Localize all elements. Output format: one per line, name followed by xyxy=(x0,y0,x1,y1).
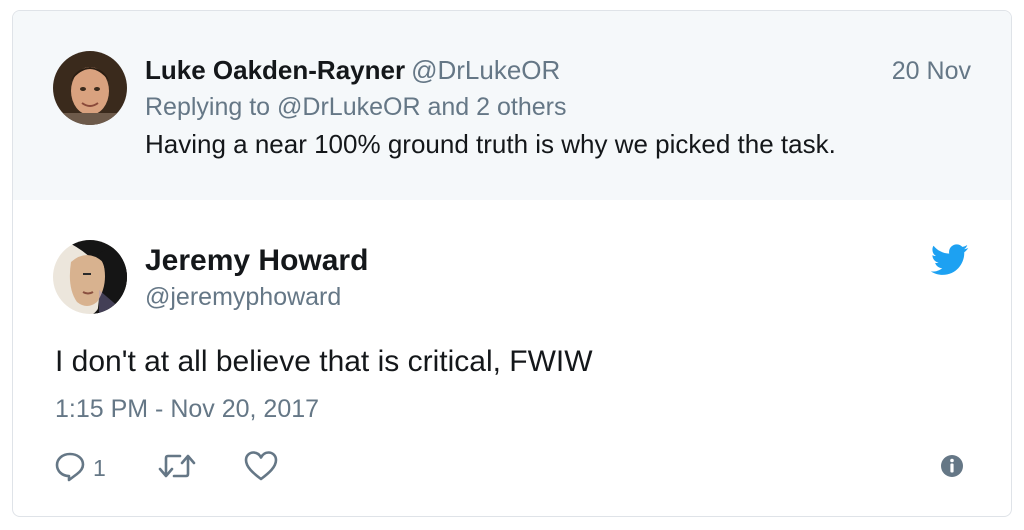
parent-tweet-date[interactable]: 20 Nov xyxy=(892,57,971,86)
parent-tweet[interactable]: Luke Oakden-Rayner @DrLukeOR 20 Nov Reply… xyxy=(13,11,1011,200)
embedded-tweet-card: Luke Oakden-Rayner @DrLukeOR 20 Nov Reply… xyxy=(12,10,1012,517)
reply-icon xyxy=(53,449,87,488)
reply-button[interactable]: 1 xyxy=(53,448,106,488)
replying-to-line: Replying to @DrLukeOR and 2 others xyxy=(145,93,566,122)
parent-author-name[interactable]: Luke Oakden-Rayner xyxy=(145,55,405,85)
info-icon[interactable] xyxy=(940,454,964,478)
tweet-timestamp[interactable]: 1:15 PM - Nov 20, 2017 xyxy=(55,395,319,424)
retweet-icon xyxy=(157,449,197,488)
main-author-name[interactable]: Jeremy Howard xyxy=(145,244,368,278)
main-author-handle[interactable]: @jeremyphoward xyxy=(145,283,341,312)
heart-icon xyxy=(243,449,279,488)
retweet-button[interactable] xyxy=(157,448,197,488)
twitter-bird-icon[interactable] xyxy=(930,244,969,276)
parent-tweet-text: Having a near 100% ground truth is why w… xyxy=(145,129,836,159)
main-author-avatar[interactable] xyxy=(53,240,127,314)
parent-author-header[interactable]: Luke Oakden-Rayner @DrLukeOR xyxy=(145,55,560,86)
reply-count: 1 xyxy=(93,454,106,481)
parent-author-handle[interactable]: @DrLukeOR xyxy=(411,55,560,85)
parent-author-avatar[interactable] xyxy=(53,51,127,125)
replying-to-mention[interactable]: @DrLukeOR xyxy=(277,93,420,121)
like-button[interactable] xyxy=(243,448,279,488)
replying-to-prefix: Replying to xyxy=(145,93,278,121)
main-tweet-text: I don't at all believe that is critical,… xyxy=(55,345,593,378)
replying-to-others[interactable]: and 2 others xyxy=(421,93,566,121)
